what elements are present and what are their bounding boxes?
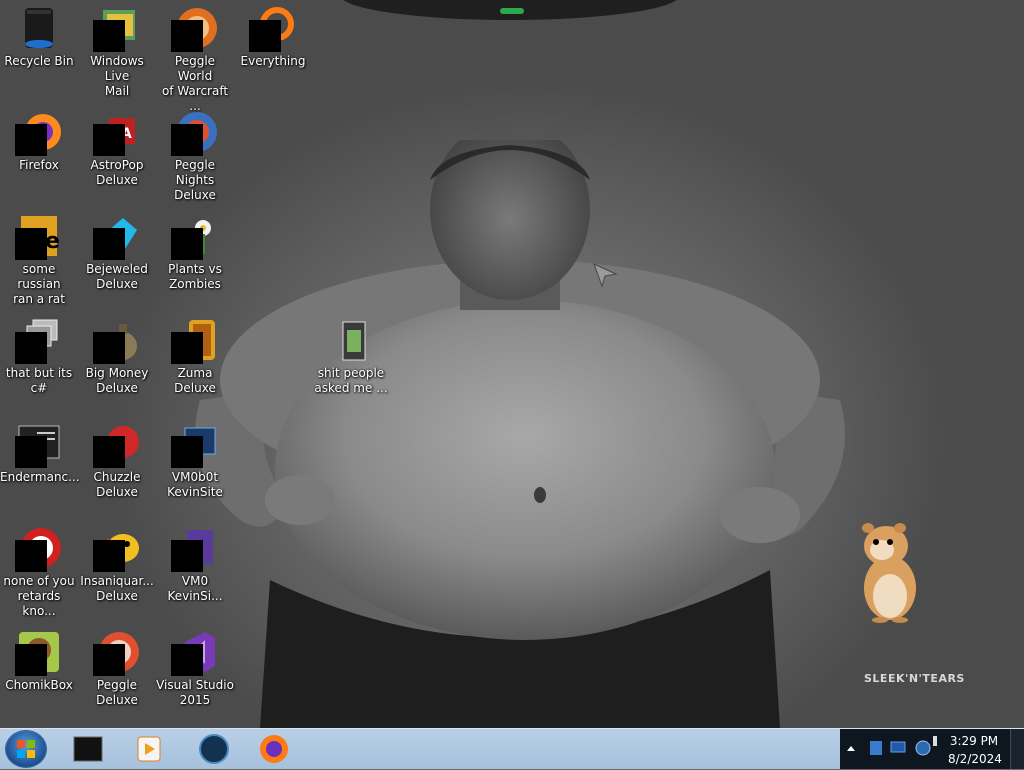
desktop-icon-label: Endermanc... xyxy=(0,470,80,484)
desktop-icon-zuma-deluxe[interactable]: Zuma Deluxe xyxy=(156,312,234,396)
terminal-icon xyxy=(73,736,103,762)
svg-text:e: e xyxy=(45,229,60,254)
desktop-icon-windows-live-mail[interactable]: Windows Live Mail xyxy=(78,0,156,99)
clock-time[interactable]: 3:29 PM xyxy=(948,734,1000,748)
desktop-icon-label: VM0 KevinSi... xyxy=(167,574,223,603)
desktop-icon-visual-studio-2015[interactable]: Visual Studio 2015 xyxy=(156,624,234,708)
desktop-icon-astropop-deluxe[interactable]: A AstroPop Deluxe xyxy=(78,104,156,188)
red-circle-app-icon xyxy=(15,524,63,572)
folder-icon xyxy=(327,316,375,364)
show-desktop-button[interactable] xyxy=(1010,729,1024,769)
desktop-icon-that-but-its-csharp[interactable]: that but its c# xyxy=(0,312,78,396)
everything-search-icon xyxy=(249,4,297,52)
visual-studio-icon xyxy=(171,628,219,676)
desktop-icon-vm0b0t-kevinsite[interactable]: VM0b0t KevinSite xyxy=(156,416,234,500)
start-button[interactable] xyxy=(6,731,46,767)
desktop-icon-recycle-bin[interactable]: Recycle Bin xyxy=(0,0,78,69)
money-bag-icon xyxy=(93,316,141,364)
globe-icon xyxy=(199,734,229,764)
chomikbox-icon xyxy=(15,628,63,676)
chuzzle-icon xyxy=(93,420,141,468)
show-hidden-icons-icon[interactable] xyxy=(846,743,856,753)
windows-logo-icon xyxy=(17,740,35,758)
desktop-icon-label: Zuma Deluxe xyxy=(174,366,216,395)
peggle-nights-icon xyxy=(171,108,219,156)
desktop-icon-none-of-you[interactable]: none of you retards kno... xyxy=(0,520,78,619)
desktop-icon-peggle-nights-deluxe[interactable]: Peggle Nights Deluxe xyxy=(156,104,234,203)
desktop-icon-endermanch[interactable]: Endermanc... xyxy=(0,416,80,485)
java-document-icon: e xyxy=(15,212,63,260)
mouse-pointer-icon xyxy=(593,263,618,288)
fish-icon xyxy=(93,524,141,572)
hamster-desktop-pet[interactable] xyxy=(854,518,924,624)
desktop-icon-everything[interactable]: Everything xyxy=(234,0,312,69)
desktop-icon-label: VM0b0t KevinSite xyxy=(167,470,223,499)
firefox-icon xyxy=(15,108,63,156)
taskbar-app-terminal[interactable] xyxy=(62,731,118,767)
desktop-icon-label: AstroPop Deluxe xyxy=(90,158,144,187)
vm-window-icon xyxy=(171,420,219,468)
taskbar-app-globe[interactable] xyxy=(186,731,242,767)
firefox-icon xyxy=(260,735,288,763)
mail-icon xyxy=(93,4,141,52)
peggle-icon xyxy=(93,628,141,676)
peggle-wow-icon xyxy=(171,4,219,52)
desktop-icon-bejeweled-deluxe[interactable]: Bejeweled Deluxe xyxy=(78,208,156,292)
taskbar: 3:29 PM 8/2/2024 xyxy=(0,728,1024,769)
desktop-icon-label: Windows Live Mail xyxy=(90,54,144,98)
desktop-icon-label: none of you retards kno... xyxy=(3,574,75,618)
window-stack-icon xyxy=(15,316,63,364)
desktop-icon-label: Everything xyxy=(240,54,306,68)
desktop-icon-chuzzle-deluxe[interactable]: Chuzzle Deluxe xyxy=(78,416,156,500)
zuma-icon xyxy=(171,316,219,364)
desktop-icon-plants-vs-zombies[interactable]: Plants vs Zombies xyxy=(156,208,234,292)
desktop-icon-label: that but its c# xyxy=(5,366,73,395)
clock-date[interactable]: 8/2/2024 xyxy=(948,752,1002,766)
desktop-icon-label: Peggle Deluxe xyxy=(96,678,138,707)
desktop-icon-label: Firefox xyxy=(19,158,59,172)
desktop-icon-label: Visual Studio 2015 xyxy=(156,678,234,707)
desktop-icon-label: some russian ran a rat xyxy=(13,262,65,306)
desktop-icon-label: shit people asked me ... xyxy=(314,366,388,395)
desktop-icon-peggle-deluxe[interactable]: Peggle Deluxe xyxy=(78,624,156,708)
gem-icon xyxy=(93,212,141,260)
desktop[interactable]: SLEEK'N'TEARS Recycle Bin Firefox e some… xyxy=(0,0,1024,728)
recycle-bin-icon xyxy=(15,4,63,52)
taskbar-app-firefox[interactable] xyxy=(246,731,302,767)
desktop-icon-label: Bejeweled Deluxe xyxy=(86,262,148,291)
network-tray-icon[interactable] xyxy=(914,739,932,757)
taskbar-app-media-player[interactable] xyxy=(122,731,178,767)
media-player-icon xyxy=(137,736,161,762)
wallpaper-image xyxy=(195,140,845,728)
desktop-icon-firefox[interactable]: Firefox xyxy=(0,104,78,173)
desktop-icon-label: Plants vs Zombies xyxy=(168,262,222,291)
volume-tray-icon[interactable] xyxy=(932,735,938,747)
desktop-icon-label: Insaniquar... Deluxe xyxy=(80,574,154,603)
wallpaper-watermark: SLEEK'N'TEARS xyxy=(864,672,965,685)
console-window-icon xyxy=(15,420,63,468)
desktop-icon-insaniquarium-deluxe[interactable]: Insaniquar... Deluxe xyxy=(78,520,156,604)
desktop-icon-label: ChomikBox xyxy=(5,678,73,692)
flower-icon xyxy=(171,212,219,260)
desktop-icon-shit-people-asked-me[interactable]: shit people asked me ... xyxy=(312,312,390,396)
desktop-icon-label: Peggle Nights Deluxe xyxy=(174,158,216,202)
desktop-icon-label: Big Money Deluxe xyxy=(85,366,149,395)
desktop-icon-peggle-world-of-warcraft[interactable]: Peggle World of Warcraft ... xyxy=(156,0,234,114)
desktop-icon-chomikbox[interactable]: ChomikBox xyxy=(0,624,78,693)
desktop-icon-big-money-deluxe[interactable]: Big Money Deluxe xyxy=(78,312,156,396)
desktop-icon-vm0-kevinsite[interactable]: VM0 KevinSi... xyxy=(156,520,234,604)
dock-indicator-icon xyxy=(500,8,524,14)
display-tray-icon[interactable] xyxy=(890,741,906,755)
vm-purple-icon xyxy=(171,524,219,572)
desktop-icon-some-russian-ran-a-rat[interactable]: e some russian ran a rat xyxy=(0,208,78,307)
desktop-icon-label: Recycle Bin xyxy=(4,54,74,68)
astropop-icon: A xyxy=(93,108,141,156)
desktop-icon-label: Chuzzle Deluxe xyxy=(93,470,141,499)
shield-tray-icon[interactable] xyxy=(868,739,884,757)
